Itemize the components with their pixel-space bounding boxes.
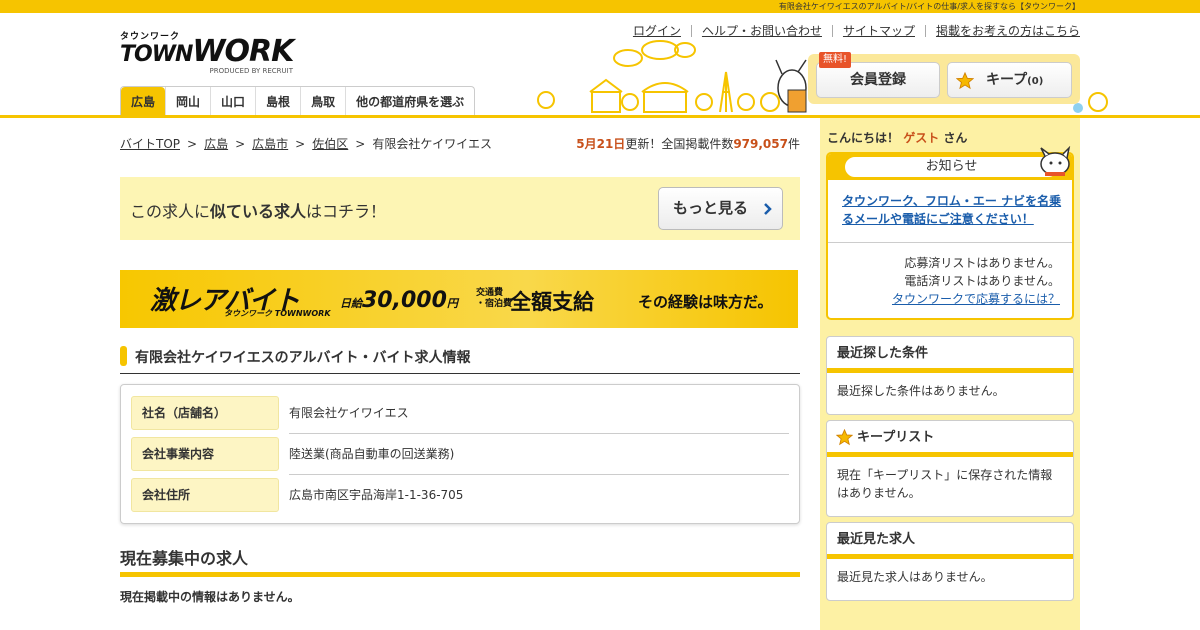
logo-brand: TOWNWORK	[120, 34, 294, 69]
table-row: 社名（店舗名） 有限会社ケイワイエス	[131, 396, 789, 434]
application-status: 応募済リストはありません。 電話済リストはありません。 タウンワークで応募するに…	[892, 254, 1060, 308]
top-bar: 有限会社ケイワイエスのアルバイト/バイトの仕事/求人を探すなら【タウンワーク】	[0, 0, 1200, 13]
recent-search-box: 最近探した条件 最近探した条件はありません。	[826, 336, 1074, 415]
called-list-status: 電話済リストはありません。	[904, 274, 1060, 288]
tab-shimane[interactable]: 島根	[255, 87, 300, 118]
scam-warning-link[interactable]: タウンワーク、フロム・エー ナビを名乗るメールや電話にご注意ください！	[842, 192, 1064, 228]
mascot-dog-icon	[1040, 146, 1071, 176]
tab-hiroshima[interactable]: 広島	[121, 87, 166, 118]
similar-jobs-panel: この求人に似ている求人はコチラ！ もっと見る	[120, 177, 800, 240]
star-icon	[956, 72, 974, 90]
breadcrumb-saeki-ward[interactable]: 佐伯区	[312, 137, 348, 151]
company-info-table: 社名（店舗名） 有限会社ケイワイエス 会社事業内容 陸送業(商品自動車の回送業務…	[120, 384, 800, 524]
breadcrumb-hiroshima-city[interactable]: 広島市	[252, 137, 288, 151]
business-value: 陸送業(商品自動車の回送業務)	[289, 447, 455, 461]
keep-button[interactable]: キープ(0)	[947, 62, 1072, 98]
tab-tottori[interactable]: 鳥取	[300, 87, 345, 118]
star-icon	[836, 429, 853, 446]
similar-jobs-text: この求人に似ている求人はコチラ！	[130, 202, 387, 221]
keep-list-body: 現在「キープリスト」に保存された情報はありません。	[837, 468, 1053, 500]
banner-sub: タウンワーク TOWNWORK	[224, 309, 331, 318]
see-more-button[interactable]: もっと見る	[658, 187, 783, 230]
keep-list-box: キープリスト 現在「キープリスト」に保存された情報はありません。	[826, 420, 1074, 517]
site-tagline: 有限会社ケイワイエスのアルバイト/バイトの仕事/求人を探すなら【タウンワーク】	[778, 2, 1080, 11]
address-label: 会社住所	[131, 478, 279, 512]
breadcrumb: バイトTOP > 広島 > 広島市 > 佐伯区 > 有限会社ケイワイエス	[120, 137, 492, 151]
recent-viewed-body: 最近見た求人はありません。	[837, 570, 993, 584]
recent-viewed-title: 最近見た求人	[827, 523, 1073, 559]
tab-yamaguchi[interactable]: 山口	[210, 87, 255, 118]
company-name-value: 有限会社ケイワイエス	[289, 406, 409, 420]
banner-full-pay: 全額支給	[510, 290, 594, 314]
address-value: 広島市南区宇品海岸1-1-36-705	[289, 488, 464, 502]
banner-tagline: その経験は味方だ。	[638, 293, 773, 311]
greeting: こんにちは！ ゲスト さん	[827, 131, 968, 145]
current-jobs-heading: 現在募集中の求人	[120, 549, 249, 568]
rare-job-banner[interactable]: 激レアバイト タウンワーク TOWNWORK 日給30,000円 交通費 ・宿泊費…	[120, 270, 798, 328]
keep-list-title: キープリスト	[827, 421, 1073, 457]
current-jobs-divider	[120, 572, 800, 577]
banner-cond: 交通費 ・宿泊費	[476, 288, 513, 309]
tab-other-prefectures[interactable]: 他の都道府県を選ぶ	[345, 87, 474, 118]
job-info-heading: 有限会社ケイワイエスのアルバイト・バイト求人情報	[120, 344, 800, 374]
breadcrumb-hiroshima[interactable]: 広島	[204, 137, 228, 151]
townwork-logo[interactable]: タウンワーク TOWNWORK PRODUCED BY RECRUIT	[120, 29, 295, 77]
recent-search-title: 最近探した条件	[827, 337, 1073, 373]
notice-title: お知らせ	[844, 156, 1059, 178]
recent-search-body: 最近探した条件はありません。	[837, 384, 1005, 398]
breadcrumb-current: 有限会社ケイワイエス	[372, 137, 492, 151]
table-row: 会社事業内容 陸送業(商品自動車の回送業務)	[131, 437, 789, 475]
keep-label: キープ	[986, 72, 1028, 88]
keep-count: (0)	[1027, 76, 1044, 87]
business-label: 会社事業内容	[131, 437, 279, 471]
banner-pay: 日給30,000円	[340, 288, 458, 313]
how-to-apply-link[interactable]: タウンワークで応募するには？	[892, 292, 1060, 306]
mascot-dog-icon	[775, 59, 807, 113]
free-badge: 無料!	[819, 52, 852, 68]
breadcrumb-top[interactable]: バイトTOP	[120, 137, 180, 151]
update-info: 5月21日更新！全国掲載件数979,057件	[576, 137, 800, 151]
company-name-label: 社名（店舗名）	[131, 396, 279, 430]
table-row: 会社住所 広島市南区宇品海岸1-1-36-705	[131, 478, 789, 514]
tab-okayama[interactable]: 岡山	[165, 87, 210, 118]
no-jobs-message: 現在掲載中の情報はありません。	[120, 590, 300, 604]
prefecture-tabs: 広島 岡山 山口 島根 鳥取 他の都道府県を選ぶ	[120, 86, 476, 118]
applied-list-status: 応募済リストはありません。	[904, 256, 1060, 270]
chevron-right-icon	[764, 203, 772, 215]
recent-viewed-box: 最近見た求人 最近見た求人はありません。	[826, 522, 1074, 601]
logo-byline: PRODUCED BY RECRUIT	[209, 67, 293, 75]
